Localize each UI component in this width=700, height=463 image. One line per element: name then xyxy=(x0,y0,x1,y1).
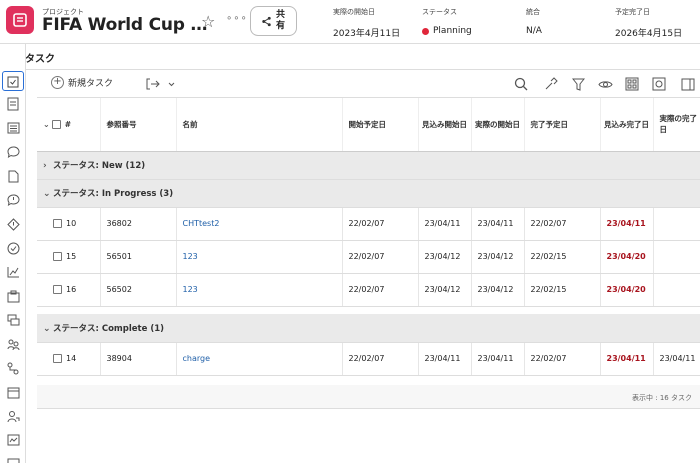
header-planned-start[interactable]: 開始予定日 xyxy=(342,98,419,152)
chevron-right-icon[interactable]: › xyxy=(43,161,53,171)
team-nav-icon[interactable] xyxy=(5,408,21,424)
table-row[interactable]: 16 56502 123 22/02/07 23/04/12 23/04/12 … xyxy=(37,273,700,307)
select-all-checkbox[interactable] xyxy=(51,120,61,129)
document-nav-icon[interactable] xyxy=(5,96,21,112)
header-projected-end[interactable]: 見込み完了日 xyxy=(600,98,654,152)
list-nav-icon[interactable] xyxy=(5,120,21,136)
table-header-row: ⌄ # 参照番号 名前 開始予定日 見込み開始日 実際の開始日 完了予定日 見込み… xyxy=(37,98,700,152)
header-actual-start[interactable]: 実際の開始日 xyxy=(471,98,525,152)
plus-icon: + xyxy=(51,76,64,89)
header-num[interactable]: ⌄ # xyxy=(37,98,101,152)
share-icon xyxy=(261,16,271,26)
comment-nav-icon[interactable] xyxy=(5,144,21,160)
header-ref[interactable]: 参照番号 xyxy=(100,98,177,152)
calendar-nav-icon[interactable] xyxy=(5,384,21,400)
project-header: プロジェクト FIFA World Cup … ☆ ∘∘∘ 共有 実際の開始日 … xyxy=(0,0,700,44)
table-row[interactable]: 10 36802 CHTtest2 22/02/07 23/04/11 23/0… xyxy=(37,207,700,241)
group-row-complete[interactable]: ⌄ ステータス: Complete (1) xyxy=(37,314,700,343)
planned-end-value: 2026年4月15日 xyxy=(615,29,683,39)
filter-icon[interactable] xyxy=(570,76,586,92)
row-checkbox[interactable] xyxy=(53,354,62,363)
table-row[interactable]: 15 56501 123 22/02/07 23/04/12 23/04/12 … xyxy=(37,240,700,274)
section-title: タスク xyxy=(25,54,55,65)
project-title[interactable]: FIFA World Cup … xyxy=(42,15,207,35)
row-checkbox[interactable] xyxy=(53,252,62,261)
project-icon xyxy=(6,6,34,34)
file-nav-icon[interactable] xyxy=(5,168,21,184)
status-dot-icon xyxy=(422,27,429,35)
new-task-label: 新規タスク xyxy=(68,79,114,89)
chat-nav-icon[interactable] xyxy=(5,312,21,328)
row-checkbox[interactable] xyxy=(53,219,62,228)
people-nav-icon[interactable] xyxy=(5,336,21,352)
left-nav-rail xyxy=(0,44,26,463)
share-button[interactable]: 共有 xyxy=(250,6,297,36)
risk-nav-icon[interactable] xyxy=(5,216,21,232)
actual-start-meta: 実際の開始日 2023年4月11日 xyxy=(333,8,401,39)
table-footer: 表示中 : 16 タスク xyxy=(37,385,700,409)
search-icon[interactable] xyxy=(513,76,529,92)
header-name[interactable]: 名前 xyxy=(176,98,343,152)
star-icon[interactable]: ☆ xyxy=(201,12,215,31)
report-nav-icon[interactable] xyxy=(5,288,21,304)
more-nav-icon[interactable] xyxy=(5,456,21,463)
integration-meta: 統合 N/A xyxy=(526,8,542,36)
analytics-nav-icon[interactable] xyxy=(5,432,21,448)
planned-end-meta: 予定完了日 2026年4月15日 xyxy=(615,8,683,39)
issue-nav-icon[interactable] xyxy=(5,192,21,208)
actual-start-value: 2023年4月11日 xyxy=(333,29,401,39)
task-table: ⌄ # 参照番号 名前 開始予定日 見込み開始日 実際の開始日 完了予定日 見込み… xyxy=(37,98,700,376)
section-title-bar: タスク xyxy=(0,44,700,70)
integration-value: N/A xyxy=(526,26,542,36)
header-projected-start[interactable]: 見込み開始日 xyxy=(418,98,472,152)
group-row-in-progress[interactable]: ⌄ ステータス: In Progress (3) xyxy=(37,179,700,208)
more-options-icon[interactable]: ∘∘∘ xyxy=(226,13,248,24)
share-label: 共有 xyxy=(275,10,285,31)
view-eye-icon[interactable] xyxy=(597,76,613,92)
chevron-down-icon[interactable]: ⌄ xyxy=(43,189,53,199)
chevron-down-icon[interactable]: ⌄ xyxy=(43,324,53,334)
table-row[interactable]: 14 38904 charge 22/02/07 23/04/11 23/04/… xyxy=(37,342,700,376)
task-name-link[interactable]: 123 xyxy=(176,240,343,274)
group-row-new[interactable]: › ステータス: New (12) xyxy=(37,151,700,180)
header-actual-end[interactable]: 実際の完了日 xyxy=(653,98,700,152)
task-count: 表示中 : 16 タスク xyxy=(632,394,692,402)
task-name-link[interactable]: CHTtest2 xyxy=(176,207,343,241)
task-name-link[interactable]: 123 xyxy=(176,273,343,307)
row-checkbox[interactable] xyxy=(53,285,62,294)
tasks-nav-icon[interactable] xyxy=(2,71,24,91)
status-meta[interactable]: ステータス Planning xyxy=(422,7,472,36)
chart-nav-icon[interactable] xyxy=(5,264,21,280)
grouping-icon[interactable] xyxy=(624,76,640,92)
task-name-link[interactable]: charge xyxy=(176,342,343,376)
settings-icon[interactable] xyxy=(651,76,667,92)
approval-nav-icon[interactable] xyxy=(5,240,21,256)
status-value[interactable]: Planning xyxy=(433,26,472,36)
move-dropdown-button[interactable] xyxy=(144,76,176,92)
header-planned-end[interactable]: 完了予定日 xyxy=(524,98,601,152)
magic-wand-icon[interactable] xyxy=(543,76,559,92)
layout-icon[interactable] xyxy=(680,76,696,92)
task-toolbar: + 新規タスク xyxy=(37,70,700,98)
workflow-nav-icon[interactable] xyxy=(5,360,21,376)
new-task-button[interactable]: + 新規タスク xyxy=(51,76,113,89)
